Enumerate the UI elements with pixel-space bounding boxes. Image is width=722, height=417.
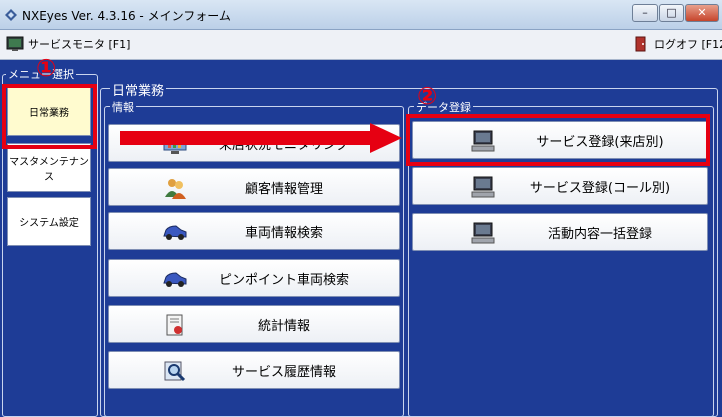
daily-work-legend: 日常業務 [110, 80, 167, 99]
red-arrow [120, 123, 402, 153]
logoff-label: ログオフ [F12] [654, 38, 722, 51]
door-icon [635, 36, 646, 52]
service-registration-call-button[interactable]: サービス登録(コール別) [412, 167, 708, 205]
service-registration-call-label: サービス登録(コール別) [529, 180, 671, 196]
bulk-activity-registration-button[interactable]: 活動内容一括登録 [412, 213, 708, 251]
highlight-box-2 [406, 114, 710, 166]
logoff-button[interactable]: ログオフ [F12] [632, 36, 722, 52]
step-1-marker: ① [36, 54, 57, 82]
service-history-button[interactable]: サービス履歴情報 [108, 351, 400, 389]
highlight-box-1 [2, 84, 97, 149]
minimize-button[interactable]: – [632, 4, 658, 22]
menu-master-maintenance-label: マスタメンテナンス [9, 156, 89, 183]
menu-system-settings-label: システム設定 [19, 218, 79, 229]
pinpoint-vehicle-search-button[interactable]: ピンポイント車両検索 [108, 259, 400, 297]
customer-info-button[interactable]: 顧客情報管理 [108, 168, 400, 206]
service-monitor-button[interactable]: サービスモニタ [F1] [6, 36, 130, 52]
window-title: NXEyes Ver. 4.3.16 - メインフォーム [22, 9, 231, 23]
monitor-icon [6, 36, 24, 51]
pinpoint-vehicle-search-label: ピンポイント車両検索 [218, 272, 349, 288]
toolbar: サービスモニタ [F1] ログオフ [F12] [0, 30, 722, 60]
menu-master-maintenance[interactable]: マスタメンテナンス [7, 143, 91, 192]
maximize-button[interactable]: □ [659, 4, 684, 22]
title-bar: NXEyes Ver. 4.3.16 - メインフォーム – □ ✕ [0, 0, 722, 30]
statistics-label: 統計情報 [257, 318, 310, 334]
menu-system-settings[interactable]: システム設定 [7, 197, 91, 246]
service-history-label: サービス履歴情報 [231, 364, 336, 380]
bulk-activity-registration-label: 活動内容一括登録 [547, 226, 652, 242]
close-button[interactable]: ✕ [685, 4, 719, 22]
customer-info-label: 顧客情報管理 [244, 181, 323, 197]
vehicle-search-button[interactable]: 車両情報検索 [108, 212, 400, 250]
app-icon [5, 9, 17, 21]
service-monitor-label: サービスモニタ [F1] [28, 38, 131, 51]
step-2-marker: ② [417, 82, 438, 110]
statistics-button[interactable]: 統計情報 [108, 305, 400, 343]
vehicle-search-label: 車両情報検索 [244, 225, 323, 241]
info-legend: 情報 [110, 99, 136, 115]
